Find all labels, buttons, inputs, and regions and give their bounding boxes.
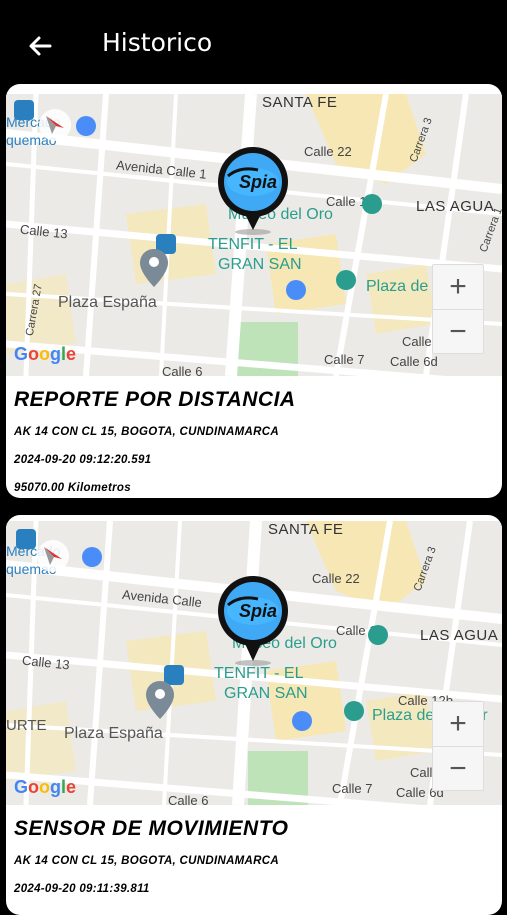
landmark-icon [344, 701, 364, 721]
page-title: Historico [102, 28, 213, 57]
vehicle-marker-icon[interactable]: Spia [216, 575, 290, 685]
report-distance: 95070.00 Kilometros [14, 482, 131, 494]
zoom-controls: + − [432, 264, 484, 354]
back-arrow-icon[interactable] [24, 30, 56, 62]
shopping-cart-icon [76, 116, 96, 136]
transit-icon [14, 100, 34, 120]
zoom-out-button[interactable]: − [433, 309, 483, 354]
app-bar: Historico [0, 0, 507, 86]
location-pin-icon [140, 249, 168, 287]
transit-icon [16, 529, 36, 549]
spia-logo-text: Spia [239, 601, 277, 621]
street-label: Calle 6d [390, 354, 438, 369]
zoom-out-button[interactable]: − [433, 746, 483, 791]
google-logo: Google [14, 777, 77, 797]
street-label: Calle 7 [332, 781, 373, 796]
poi-label: GRAN SAN [224, 685, 308, 702]
report-address: AK 14 CON CL 15, BOGOTA, CUNDINAMARCA [14, 426, 279, 438]
street-label: Calle 22 [304, 144, 352, 159]
district-label: SANTA FE [268, 521, 344, 538]
map-view[interactable]: SANTA FE Calle 22 Avenida Calle Calle 18… [6, 521, 502, 805]
district-label: LAS AGUA [416, 198, 495, 215]
report-datetime: 2024-09-20 09:11:39.811 [14, 883, 150, 895]
poi-label: Plaza España [64, 725, 163, 742]
poi-label: Plaza España [58, 294, 157, 311]
spia-logo-text: Spia [239, 172, 277, 192]
poi-label: GRAN SAN [218, 256, 302, 273]
report-card[interactable]: SANTA FE Calle 22 Avenida Calle Calle 18… [6, 515, 502, 915]
district-label: URTE [6, 717, 47, 734]
street-label: Calle 6 [168, 793, 209, 805]
district-label: SANTA FE [262, 94, 338, 111]
shopping-cart-icon [82, 547, 102, 567]
zoom-in-button[interactable]: + [433, 702, 483, 746]
zoom-controls: + − [432, 701, 484, 791]
report-datetime: 2024-09-20 09:12:20.591 [14, 454, 152, 466]
report-card[interactable]: SANTA FE Calle 22 Avenida Calle 1 Calle … [6, 84, 502, 498]
compass-icon[interactable] [38, 108, 72, 142]
museum-icon [362, 194, 382, 214]
shopping-bag-icon [286, 280, 306, 300]
landmark-icon [336, 270, 356, 290]
zoom-in-button[interactable]: + [433, 265, 483, 309]
vehicle-marker-icon[interactable]: Spia [216, 146, 290, 256]
report-title: REPORTE POR DISTANCIA [14, 388, 296, 411]
street-label: Calle 7 [324, 352, 365, 367]
location-pin-icon [146, 681, 174, 719]
report-address: AK 14 CON CL 15, BOGOTA, CUNDINAMARCA [14, 855, 279, 867]
street-label: Calle 6 [162, 364, 203, 376]
museum-icon [368, 625, 388, 645]
map-view[interactable]: SANTA FE Calle 22 Avenida Calle 1 Calle … [6, 94, 502, 376]
district-label: LAS AGUA [420, 627, 499, 644]
google-logo: Google [14, 344, 77, 364]
street-label: Calle 22 [312, 571, 360, 586]
report-title: SENSOR DE MOVIMIENTO [14, 817, 289, 840]
shopping-bag-icon [292, 711, 312, 731]
compass-icon[interactable] [36, 539, 70, 573]
